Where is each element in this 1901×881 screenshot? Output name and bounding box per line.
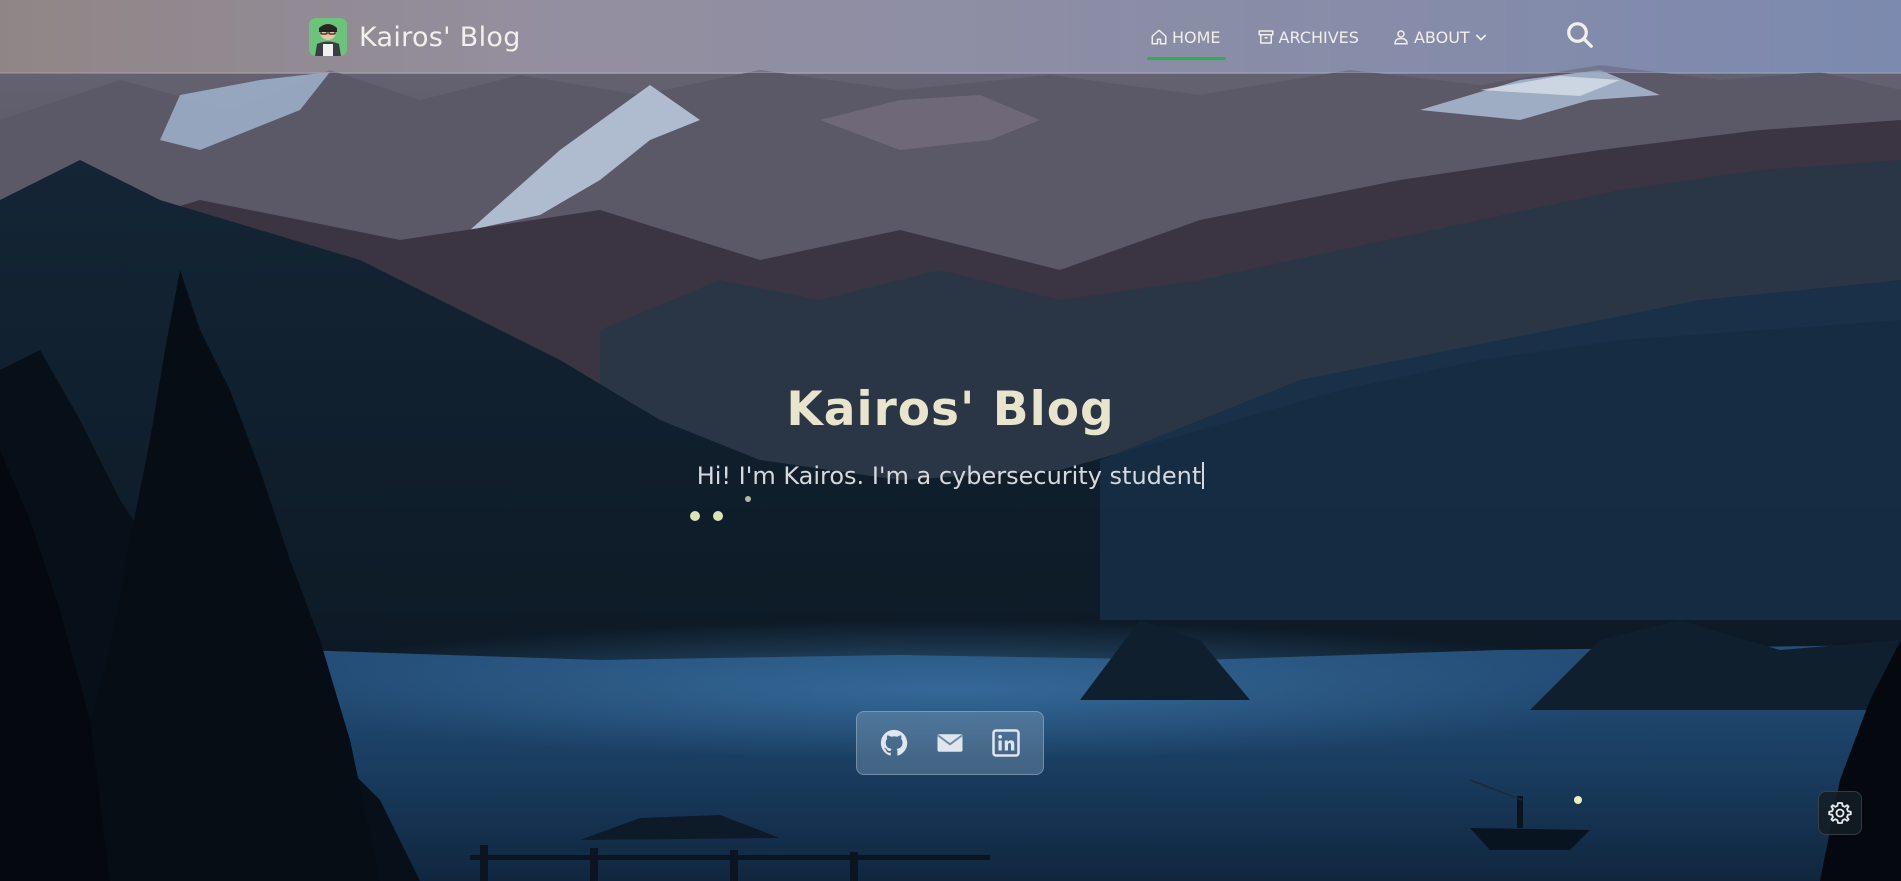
avatar xyxy=(309,18,347,56)
home-icon xyxy=(1151,29,1167,45)
archive-icon xyxy=(1258,30,1274,44)
nav-archives-label: ARCHIVES xyxy=(1278,27,1359,47)
search-icon xyxy=(1567,22,1593,48)
nav-home[interactable]: HOME xyxy=(1145,20,1226,60)
top-navbar: Kairos' Blog HOME ARCHIVES ABOUT xyxy=(0,0,1901,73)
hero-subtitle: Hi! I'm Kairos. I'm a cybersecurity stud… xyxy=(0,462,1901,490)
nav-archives[interactable]: ARCHIVES xyxy=(1257,20,1359,54)
chevron-down-icon xyxy=(1475,34,1486,41)
github-icon xyxy=(880,729,908,756)
search-button[interactable] xyxy=(1565,20,1595,50)
hero-title: Kairos' Blog xyxy=(786,382,1115,437)
typing-caret xyxy=(1202,462,1205,489)
mail-icon xyxy=(937,734,963,752)
main-nav: HOME ARCHIVES ABOUT xyxy=(1145,20,1489,60)
brand-title: Kairos' Blog xyxy=(359,21,521,53)
typed-subtitle: Hi! I'm Kairos. I'm a cybersecurity stud… xyxy=(696,462,1202,490)
brand-home-link[interactable]: Kairos' Blog xyxy=(309,17,521,57)
nav-about[interactable]: ABOUT xyxy=(1392,20,1489,54)
email-link[interactable] xyxy=(935,728,965,758)
nav-home-label: HOME xyxy=(1172,27,1221,47)
settings-button[interactable] xyxy=(1818,791,1862,835)
github-link[interactable] xyxy=(879,728,909,758)
gear-icon xyxy=(1828,802,1852,824)
user-icon xyxy=(1394,30,1408,45)
linkedin-link[interactable] xyxy=(991,728,1021,758)
nav-about-label: ABOUT xyxy=(1413,27,1470,47)
social-links xyxy=(856,711,1044,775)
linkedin-icon xyxy=(992,729,1020,757)
